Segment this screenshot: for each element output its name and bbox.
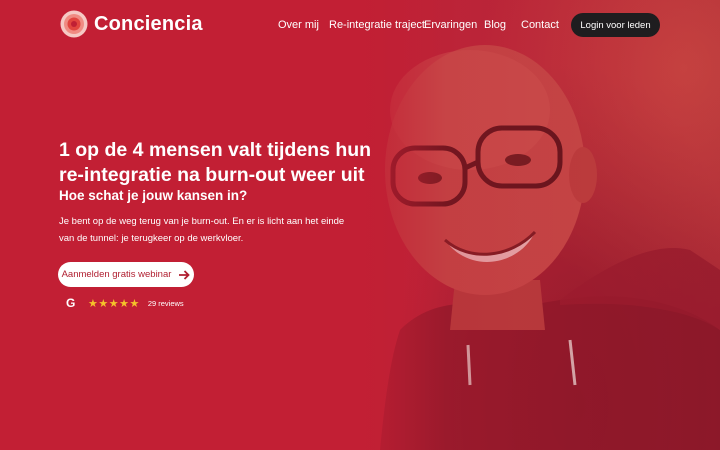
brand-logo[interactable]: Conciencia bbox=[60, 10, 203, 38]
headline-line-2: re-integratie na burn-out weer uit bbox=[59, 164, 365, 186]
logo-icon bbox=[60, 10, 88, 38]
hero-subheading: Hoe schat je jouw kansen in? bbox=[59, 188, 248, 203]
login-button[interactable]: Login voor leden bbox=[571, 13, 660, 37]
webinar-signup-button[interactable]: Aanmelden gratis webinar bbox=[58, 262, 194, 287]
nav-blog[interactable]: Blog bbox=[484, 19, 506, 31]
hero-headline: 1 op de 4 mensen valt tijdens hun re-int… bbox=[59, 138, 371, 188]
rating-stars: ★★★★★ bbox=[88, 297, 140, 310]
arrow-right-icon bbox=[179, 269, 191, 280]
headline-line-1: 1 op de 4 mensen valt tijdens hun bbox=[59, 139, 372, 161]
site-header: Conciencia Over mij Re-integratie trajec… bbox=[0, 0, 720, 50]
cta-label: Aanmelden gratis webinar bbox=[61, 269, 172, 280]
nav-over-mij[interactable]: Over mij bbox=[278, 19, 319, 31]
description-line-1: Je bent op de weg terug van je burn-out.… bbox=[59, 216, 345, 227]
brand-name: Conciencia bbox=[94, 12, 203, 35]
nav-ervaringen[interactable]: Ervaringen bbox=[424, 19, 477, 31]
reviews-summary[interactable]: G ★★★★★ 29 reviews bbox=[66, 296, 184, 310]
google-icon: G bbox=[66, 296, 76, 310]
hero-description: Je bent op de weg terug van je burn-out.… bbox=[59, 213, 359, 247]
review-count: 29 reviews bbox=[147, 298, 184, 308]
nav-contact[interactable]: Contact bbox=[521, 19, 559, 31]
nav-reintegratie-traject[interactable]: Re-integratie traject bbox=[329, 19, 425, 31]
description-line-2: van de tunnel: je terugkeer op de werkvl… bbox=[59, 233, 244, 244]
